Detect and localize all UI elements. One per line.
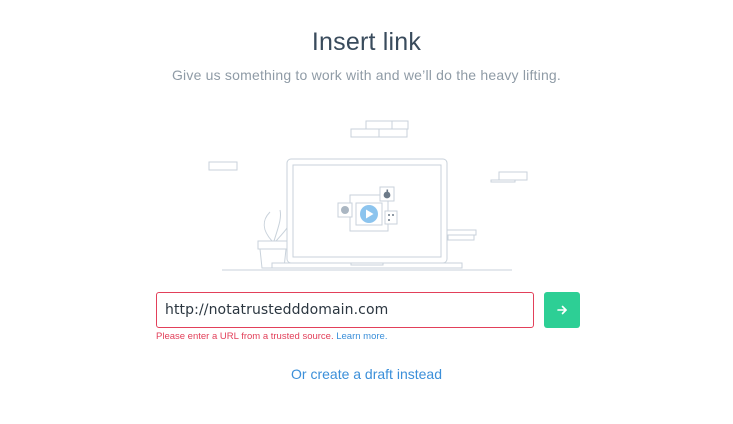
learn-more-link[interactable]: Learn more. bbox=[336, 331, 387, 342]
arrow-right-icon bbox=[557, 305, 567, 315]
grid-icon bbox=[384, 210, 398, 225]
spotify-icon bbox=[337, 202, 353, 218]
apple-icon bbox=[379, 186, 395, 202]
error-message: Please enter a URL from a trusted source… bbox=[156, 331, 334, 342]
url-error: Please enter a URL from a trusted source… bbox=[156, 331, 387, 342]
url-input[interactable] bbox=[156, 292, 534, 328]
play-icon bbox=[360, 205, 378, 223]
books-icon bbox=[445, 229, 477, 241]
dialog-title: Insert link bbox=[311, 28, 422, 56]
plant-icon bbox=[257, 209, 291, 269]
laptop-illustration bbox=[208, 120, 528, 271]
submit-url-button[interactable] bbox=[544, 292, 580, 328]
dialog-subtitle: Give us something to work with and we’ll… bbox=[171, 67, 562, 83]
insert-link-dialog: Insert link Give us something to work wi… bbox=[0, 0, 733, 424]
create-draft-label[interactable]: Or create a draft instead bbox=[291, 366, 442, 382]
create-draft-link[interactable]: Or create a draft instead bbox=[0, 366, 733, 382]
